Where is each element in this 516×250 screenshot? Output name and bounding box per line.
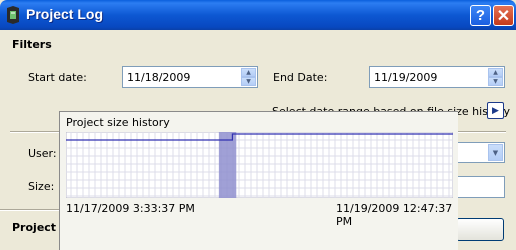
app-icon (5, 6, 21, 24)
start-timestamp: 11/17/2009 3:33:37 PM (66, 202, 195, 215)
size-input[interactable] (456, 176, 505, 198)
spin-down-icon[interactable]: ▼ (241, 77, 256, 86)
end-date-spinner[interactable]: ▲ ▼ (488, 68, 503, 86)
end-date-value: 11/19/2009 (374, 71, 438, 84)
start-date-spinner[interactable]: ▲ ▼ (241, 68, 256, 86)
close-button[interactable]: ✕ (493, 5, 514, 26)
close-icon: ✕ (496, 7, 511, 25)
filters-section-title: Filters (12, 38, 52, 51)
user-label: User: (28, 147, 57, 160)
size-history-popup[interactable]: Project size history 11/17/2009 3:33:37 … (59, 111, 458, 250)
project-section-title: Project l (12, 221, 64, 234)
spin-up-icon[interactable]: ▲ (241, 68, 256, 77)
help-icon: ? (475, 7, 486, 24)
play-arrow-icon: ▶ (492, 105, 499, 116)
end-timestamp: 11/19/2009 12:47:37 PM (336, 202, 453, 228)
section-divider (0, 209, 60, 211)
user-combo[interactable]: ▼ (456, 142, 505, 163)
size-history-chart[interactable] (66, 132, 453, 198)
help-button[interactable]: ? (470, 5, 491, 26)
window-title: Project Log (26, 6, 104, 22)
action-button[interactable] (456, 218, 504, 241)
start-date-value: 11/18/2009 (127, 71, 191, 84)
end-date-label: End Date: (273, 71, 328, 84)
start-date-picker[interactable]: 11/18/2009 ▲ ▼ (122, 66, 258, 88)
spin-up-icon[interactable]: ▲ (488, 68, 503, 77)
popup-title: Project size history (66, 116, 170, 129)
range-history-button[interactable]: ▶ (487, 102, 504, 119)
end-date-picker[interactable]: 11/19/2009 ▲ ▼ (369, 66, 505, 88)
selected-range (218, 132, 237, 198)
size-label: Size: (28, 180, 55, 193)
chevron-down-icon[interactable]: ▼ (488, 144, 503, 161)
spin-down-icon[interactable]: ▼ (488, 77, 503, 86)
title-bar[interactable]: Project Log ? ✕ (0, 0, 516, 30)
start-date-label: Start date: (28, 71, 87, 84)
